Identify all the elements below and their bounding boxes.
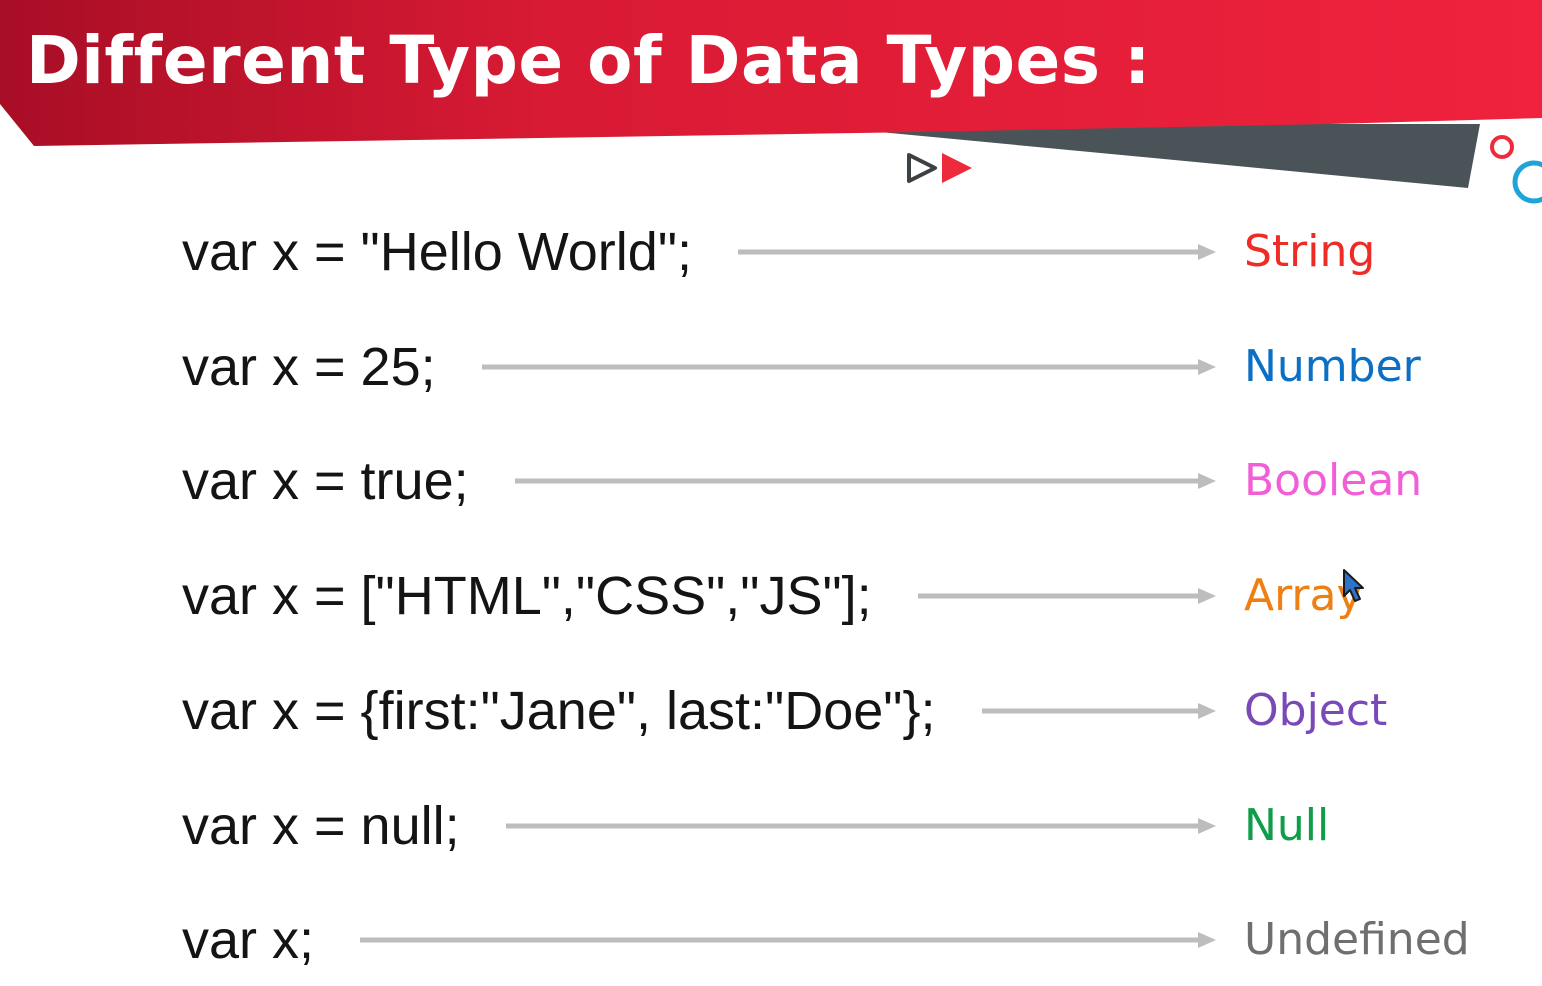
code-snippet: var x = ["HTML","CSS","JS"]; [182,566,872,627]
arrow-right-icon [982,702,1216,719]
code-snippet: var x = null; [182,795,460,856]
data-type-row: var x = 25; Number [182,327,1522,407]
arrow-right-icon [482,358,1216,375]
code-snippet: var x = "Hello World"; [182,222,692,282]
code-snippet: var x = true; [182,451,469,512]
arrow-right-icon [738,244,1216,260]
type-label: Boolean [1244,455,1423,507]
mouse-cursor-icon [1343,569,1364,602]
data-type-list: var x = "Hello World"; String var x = 25; N… [0,0,1542,986]
data-type-row: var x = ["HTML","CSS","JS"]; Array [182,556,1522,636]
type-label: Null [1244,799,1330,851]
arrow-right-icon [515,473,1216,490]
type-label: Undefined [1244,914,1470,966]
data-type-row: var x = null; Null [182,786,1522,866]
data-type-row: var x; Undefined [182,900,1522,980]
code-snippet: var x = 25; [182,336,436,397]
arrow-right-icon [506,817,1216,834]
type-label: String [1244,226,1376,277]
data-type-row: var x = "Hello World"; String [182,212,1522,292]
arrow-right-icon [360,932,1216,949]
type-label: Object [1244,684,1388,736]
data-type-row: var x = true; Boolean [182,441,1522,521]
data-type-row: var x = {first:"Jane", last:"Doe"}; Objec… [182,671,1522,751]
code-snippet: var x; [182,910,315,971]
type-label: Number [1244,340,1421,392]
slide: Different Type of Data Types : var x = "… [0,0,1542,986]
arrow-right-icon [918,588,1216,605]
code-snippet: var x = {first:"Jane", last:"Doe"}; [182,680,936,741]
